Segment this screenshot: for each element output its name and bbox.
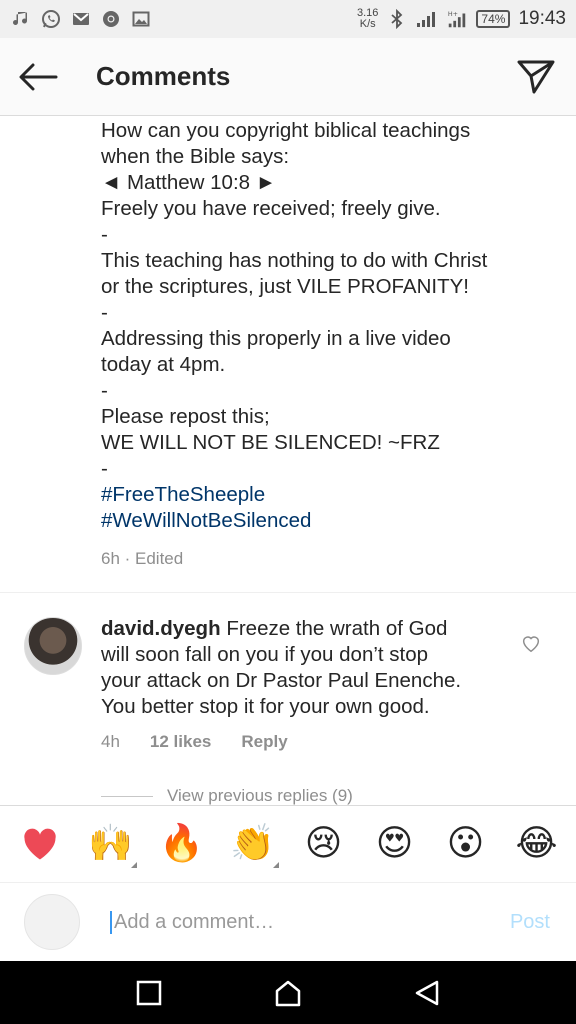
- comment-body: david.dyegh Freeze the wrath of God will…: [101, 616, 501, 720]
- comment-text-line: will soon fall on you if you don’t stop: [101, 643, 429, 666]
- emoji-surprised-button[interactable]: 😮: [442, 820, 490, 868]
- back-button[interactable]: [0, 38, 76, 116]
- caption-line: when the Bible says:: [101, 145, 290, 168]
- status-bar: 3.16 K/s H+ 74% 19:43: [0, 0, 576, 38]
- share-button[interactable]: [496, 38, 576, 116]
- comment-likes[interactable]: 12 likes: [150, 732, 211, 752]
- avatar[interactable]: [24, 617, 82, 675]
- post-caption: How can you copyright biblical teachings…: [101, 118, 541, 534]
- caption-line: Please repost this;: [101, 405, 270, 428]
- music-note-icon: [10, 8, 32, 30]
- emoji-heart-eyes-button[interactable]: 😍: [371, 820, 419, 868]
- emoji-quick-bar: 🙌 🔥 👏 😢 😍 😮 😂: [0, 805, 576, 883]
- like-comment-button[interactable]: [520, 632, 542, 654]
- view-replies-label: View previous replies (9): [167, 786, 353, 805]
- emoji-raised-hands-button[interactable]: 🙌: [87, 820, 137, 868]
- replies-rule: [101, 795, 153, 797]
- caption-line: This teaching has nothing to do with Chr…: [101, 249, 488, 272]
- caption-line: -: [101, 223, 108, 246]
- paper-plane-icon: [517, 60, 555, 93]
- square-icon: [137, 980, 162, 1005]
- comment-text-line: your attack on Dr Pastor Paul Enenche.: [101, 669, 462, 692]
- chrome-icon: [100, 8, 122, 30]
- system-status: 3.16 K/s H+ 74% 19:43: [357, 8, 566, 30]
- back-nav-button[interactable]: [397, 963, 457, 1023]
- reply-button[interactable]: Reply: [241, 732, 287, 752]
- hashtag-link[interactable]: #WeWillNotBeSilenced: [101, 508, 541, 534]
- status-clock: 19:43: [518, 8, 566, 29]
- notification-icons: [10, 8, 152, 30]
- emoji-fire-button[interactable]: 🔥: [158, 820, 206, 868]
- signal-icon: [416, 8, 438, 30]
- divider: [0, 592, 576, 593]
- caption-line: Freely you have received; freely give.: [101, 197, 441, 220]
- heart-outline-icon: [522, 636, 540, 653]
- bluetooth-icon: [386, 8, 408, 30]
- comment-time: 4h: [101, 732, 120, 751]
- comment-meta: 4h 12 likes Reply: [101, 732, 288, 752]
- image-icon: [130, 8, 152, 30]
- avatar: [24, 894, 80, 950]
- android-nav-bar: [0, 961, 576, 1024]
- triangle-back-icon: [415, 980, 438, 1005]
- emoji-clap-button[interactable]: 👏: [229, 820, 279, 868]
- whatsapp-icon: [40, 8, 62, 30]
- caption-line: -: [101, 301, 108, 324]
- caption-line: today at 4pm.: [101, 353, 226, 376]
- heart-icon: [23, 828, 56, 860]
- recents-button[interactable]: [119, 963, 179, 1023]
- home-icon: [275, 980, 301, 1006]
- comment-username[interactable]: david.dyegh: [101, 617, 221, 640]
- svg-text:H+: H+: [448, 10, 458, 18]
- gmail-icon: [70, 8, 92, 30]
- caption-line: -: [101, 379, 108, 402]
- caption-timestamp: 6h · Edited: [101, 549, 184, 568]
- home-button[interactable]: [258, 963, 318, 1023]
- arrow-left-icon: [19, 63, 58, 90]
- caption-line: or the scriptures, just VILE PROFANITY!: [101, 275, 469, 298]
- comment-input[interactable]: [110, 910, 470, 934]
- emoji-heart-button[interactable]: [16, 820, 64, 868]
- view-previous-replies[interactable]: View previous replies (9): [101, 786, 353, 806]
- emoji-laughing-button[interactable]: 😂: [513, 820, 561, 868]
- page-title: Comments: [96, 61, 231, 91]
- network-speed: 3.16 K/s: [357, 8, 378, 30]
- caption-line: WE WILL NOT BE SILENCED! ~FRZ: [101, 431, 440, 454]
- speed-unit: K/s: [359, 18, 376, 30]
- comment-text-line: Freeze the wrath of God: [226, 617, 448, 640]
- caption-line: Addressing this properly in a live video: [101, 327, 451, 350]
- hashtag-link[interactable]: #FreeTheSheeple: [101, 482, 541, 508]
- caption-line: -: [101, 457, 108, 480]
- comment-composer: Post: [0, 883, 576, 961]
- caption-line: ◄ Matthew 10:8 ►: [101, 171, 277, 194]
- emoji-crying-button[interactable]: 😢: [300, 820, 348, 868]
- caption-line: How can you copyright biblical teachings: [101, 119, 471, 142]
- comment-text-line: You better stop it for your own good.: [101, 695, 430, 718]
- comments-header: Comments: [0, 38, 576, 116]
- post-button[interactable]: Post: [510, 911, 550, 934]
- signal-h-icon: H+: [446, 8, 468, 30]
- battery-indicator: 74%: [476, 10, 511, 28]
